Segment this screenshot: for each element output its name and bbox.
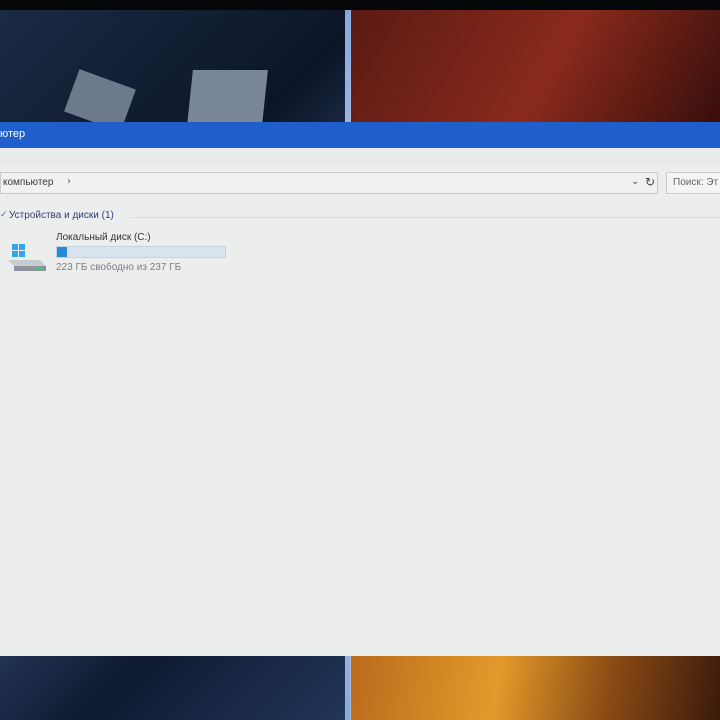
refresh-icon[interactable]: ↻ (645, 175, 655, 189)
drive-usage-bar (56, 246, 226, 258)
wallpaper-right-bottom (350, 650, 720, 720)
file-explorer-window: ютер компьютер › ⌄ ↻ Поиск: Эт ✓ Устройс… (0, 122, 720, 656)
search-input[interactable]: Поиск: Эт (666, 172, 720, 194)
wallpaper-detail (187, 70, 268, 125)
chevron-down-icon[interactable]: ⌄ (631, 176, 639, 187)
search-placeholder: Поиск: Эт (673, 177, 719, 188)
chevron-right-icon[interactable]: › (67, 176, 71, 187)
drive-name: Локальный диск (C:) (56, 232, 151, 243)
window-title: ютер (0, 128, 26, 140)
address-bar[interactable]: компьютер › ⌄ ↻ (0, 172, 658, 194)
breadcrumb-item-computer[interactable]: компьютер (3, 177, 53, 188)
chevron-expand-icon[interactable]: ✓ (0, 210, 8, 220)
group-label: Устройства и диски (1) (9, 210, 114, 221)
group-divider (130, 217, 720, 218)
windows-drive-icon (8, 244, 46, 271)
drive-item-c[interactable]: Локальный диск (C:) 223 ГБ свободно из 2… (6, 230, 246, 274)
title-bar[interactable]: ютер (0, 122, 720, 148)
drive-usage-fill (57, 247, 68, 257)
drive-free-space: 223 ГБ свободно из 237 ГБ (56, 262, 182, 273)
ribbon-area (0, 148, 720, 166)
